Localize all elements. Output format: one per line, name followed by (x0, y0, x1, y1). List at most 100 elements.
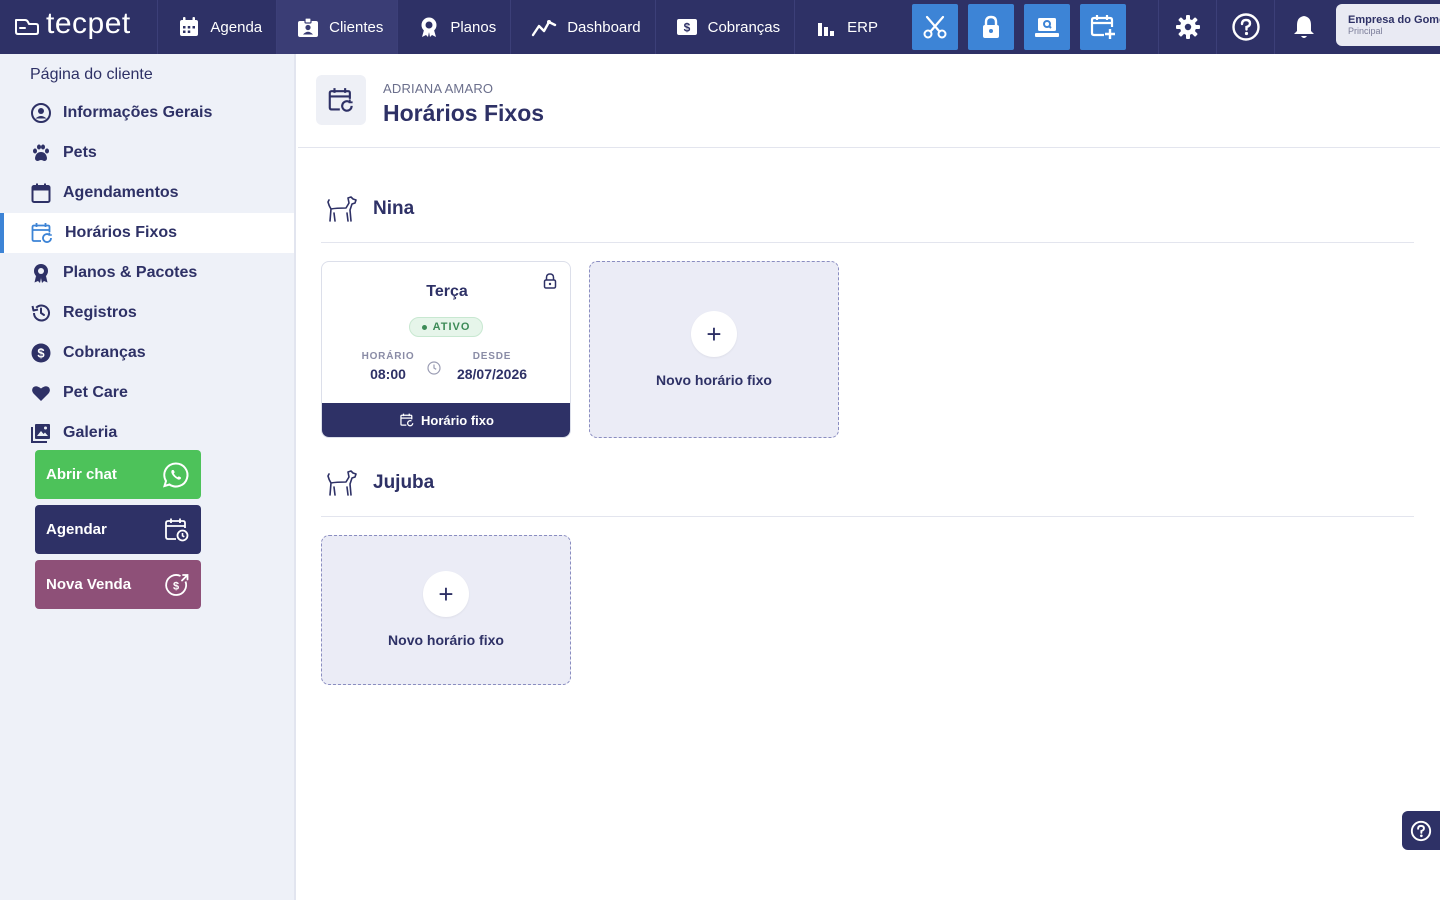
section-divider (321, 242, 1414, 243)
time-value: 08:00 (370, 366, 406, 382)
heart-icon (32, 386, 50, 401)
page-header: ADRIANA AMARO Horários Fixos (298, 54, 1440, 148)
section-divider (321, 516, 1414, 517)
new-sale-label: Nova Venda (46, 576, 132, 593)
grooming-tool-button[interactable] (912, 4, 958, 50)
header-icon-box (316, 75, 366, 125)
new-fixed-schedule-card[interactable]: + Novo horário fixo (321, 535, 571, 685)
plus-icon: + (423, 571, 469, 617)
nav-cobrancas[interactable]: $ Cobranças (656, 0, 796, 54)
sidebar-item-galeria[interactable]: Galeria (0, 413, 294, 453)
notifications-button[interactable] (1274, 0, 1332, 54)
svg-text:$: $ (173, 580, 179, 592)
award-icon (421, 17, 437, 37)
new-appointment-tool-button[interactable] (1080, 4, 1126, 50)
sidebar-item-informacoes-gerais[interactable]: Informações Gerais (0, 93, 294, 133)
new-sale-button[interactable]: Nova Venda $ (35, 560, 201, 609)
page-title: Horários Fixos (383, 100, 545, 126)
id-badge-icon (298, 17, 319, 37)
calendar-repeat-icon (31, 223, 52, 243)
history-icon (31, 304, 50, 322)
pet-header-nina: Nina (326, 195, 414, 223)
nav-dashboard[interactable]: Dashboard (511, 0, 656, 54)
sidebar-item-pets[interactable]: Pets (0, 133, 294, 173)
dollar-circle-icon: $ (31, 343, 51, 363)
nav-planos[interactable]: Planos (398, 0, 512, 54)
lock-tool-button[interactable] (968, 4, 1014, 50)
floating-help-button[interactable] (1402, 811, 1440, 850)
nav-cobrancas-label: Cobranças (707, 18, 781, 36)
logo-mark-icon (15, 19, 39, 35)
top-navbar: tecpet Agenda Clientes Planos Dashboard … (0, 0, 1440, 54)
gear-icon (1175, 15, 1200, 39)
sidebar-item-label: Informações Gerais (63, 104, 213, 121)
nav-planos-label: Planos (450, 18, 497, 36)
status-dot (421, 324, 427, 330)
sidebar-item-label: Pet Care (63, 384, 128, 401)
new-fixed-schedule-card[interactable]: + Novo horário fixo (589, 261, 839, 438)
dog-icon (327, 196, 357, 222)
dog-icon (327, 470, 357, 496)
sidebar-item-label: Planos & Pacotes (63, 264, 198, 281)
gallery-icon (31, 424, 50, 443)
nav-erp[interactable]: ERP (795, 0, 892, 54)
status-badge: ATIVO (409, 317, 483, 337)
since-value: 28/07/2026 (456, 366, 528, 382)
sidebar-item-label: Registros (63, 304, 137, 321)
lock-icon[interactable] (543, 273, 557, 289)
sidebar-item-pet-care[interactable]: Pet Care (0, 373, 294, 413)
sidebar-item-cobrancas[interactable]: $ Cobranças (0, 333, 294, 373)
calendar-plus-icon (1090, 15, 1115, 39)
nav-right-area: Empresa do Gomes Principal (1158, 0, 1440, 54)
plus-icon: + (691, 311, 737, 357)
pet-name: Jujuba (373, 472, 435, 493)
fixed-schedule-footer-button[interactable]: Horário fixo (322, 403, 570, 437)
help-button[interactable] (1216, 0, 1274, 54)
clock-icon (427, 361, 441, 375)
nav-dashboard-label: Dashboard (567, 18, 641, 36)
footer-label: Horário fixo (421, 412, 494, 428)
tecpet-logo[interactable]: tecpet (0, 0, 159, 54)
schedule-day: Terça (426, 283, 468, 300)
lock-icon (983, 15, 999, 38)
company-name: Empresa do Gomes (1348, 14, 1440, 26)
nav-agenda-label: Agenda (210, 18, 263, 36)
nav-agenda[interactable]: Agenda (158, 0, 278, 54)
sidebar-item-agendamentos[interactable]: Agendamentos (0, 173, 294, 213)
schedule-button[interactable]: Agendar (35, 505, 201, 554)
schedule-since: DESDE 28/07/2026 (447, 351, 537, 382)
client-name: ADRIANA AMARO (383, 81, 494, 96)
schedule-time: HORÁRIO 08:00 (358, 351, 418, 382)
nav-clientes[interactable]: Clientes (277, 0, 399, 54)
chart-line-icon (532, 20, 557, 37)
dollar-bill-icon: $ (676, 19, 697, 35)
user-circle-icon (31, 103, 51, 123)
sidebar-item-label: Pets (63, 144, 97, 161)
calendar-repeat-icon (328, 88, 353, 112)
status-text: ATIVO (432, 321, 471, 333)
sidebar-item-planos-pacotes[interactable]: Planos & Pacotes (0, 253, 294, 293)
calendar-repeat-icon (400, 413, 414, 427)
award-icon (34, 264, 48, 283)
fixed-schedule-card[interactable]: Terça ATIVO HORÁRIO 08:00 DESDE 28/07/20… (321, 261, 571, 438)
paw-icon (33, 144, 49, 161)
sidebar-item-label: Agendamentos (63, 184, 179, 201)
nav-erp-label: ERP (847, 18, 878, 36)
calendar-icon (180, 17, 199, 36)
open-chat-button[interactable]: Abrir chat (35, 450, 201, 499)
new-fixed-schedule-label: Novo horário fixo (656, 372, 772, 388)
whatsapp-icon (163, 461, 189, 487)
pet-name: Nina (373, 198, 415, 219)
cash-register-tool-button[interactable] (1024, 4, 1070, 50)
settings-button[interactable] (1158, 0, 1216, 54)
sidebar-item-registros[interactable]: Registros (0, 293, 294, 333)
logo-text: tecpet (46, 7, 131, 40)
company-selector[interactable]: Empresa do Gomes Principal (1336, 4, 1440, 46)
bar-chart-icon (818, 23, 835, 36)
question-circle-icon (1231, 13, 1260, 41)
time-label: HORÁRIO (361, 351, 415, 362)
schedule-label: Agendar (46, 521, 107, 538)
sidebar-item-horarios-fixos[interactable]: Horários Fixos (0, 213, 294, 253)
company-subtitle: Principal (1348, 26, 1383, 36)
open-chat-label: Abrir chat (46, 466, 117, 483)
